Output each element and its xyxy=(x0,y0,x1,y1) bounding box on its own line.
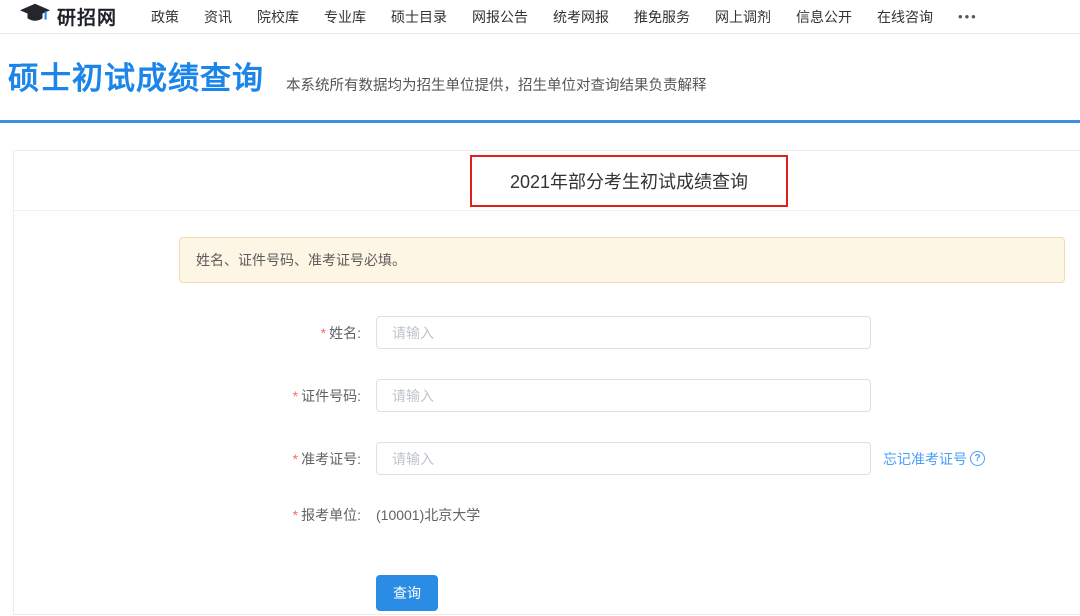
page-header: 硕士初试成绩查询 本系统所有数据均为招生单位提供，招生单位对查询结果负责解释 xyxy=(0,34,1080,100)
top-navigation: 研招网 政策 资讯 院校库 专业库 硕士目录 网报公告 统考网报 推免服务 网上… xyxy=(0,0,1080,34)
nav-item-exemption-service[interactable]: 推免服务 xyxy=(634,7,690,27)
nav-item-masters-catalog[interactable]: 硕士目录 xyxy=(391,7,447,27)
blue-divider xyxy=(0,120,1080,123)
site-logo[interactable]: 研招网 xyxy=(20,2,117,31)
page-title: 硕士初试成绩查询 xyxy=(8,58,264,100)
admission-ticket-input[interactable] xyxy=(376,442,871,475)
graduation-cap-icon xyxy=(20,2,50,31)
admission-ticket-field-row: *准考证号: 忘记准考证号 ? xyxy=(14,442,1080,475)
question-circle-icon: ? xyxy=(970,451,985,466)
id-number-field-row: *证件号码: xyxy=(14,379,1080,412)
nav-item-online-adjustment[interactable]: 网上调剂 xyxy=(715,7,771,27)
required-asterisk: * xyxy=(293,388,298,404)
panel-header: 2021年部分考生初试成绩查询 xyxy=(14,151,1080,211)
required-asterisk: * xyxy=(321,325,326,341)
id-number-input[interactable] xyxy=(376,379,871,412)
nav-item-major-library[interactable]: 专业库 xyxy=(324,7,366,27)
nav-item-policy[interactable]: 政策 xyxy=(151,7,179,27)
nav-item-news[interactable]: 资讯 xyxy=(204,7,232,27)
nav-links: 政策 资讯 院校库 专业库 硕士目录 网报公告 统考网报 推免服务 网上调剂 信… xyxy=(151,7,978,27)
query-form: *姓名: *证件号码: *准考证号: 忘记准考证号 ? *报考单位: (1 xyxy=(14,316,1080,611)
nav-item-college-library[interactable]: 院校库 xyxy=(257,7,299,27)
nav-item-registration-notice[interactable]: 网报公告 xyxy=(472,7,528,27)
admission-ticket-label: *准考证号: xyxy=(14,449,376,469)
required-asterisk: * xyxy=(293,451,298,467)
nav-more-button[interactable]: ••• xyxy=(958,9,978,24)
required-fields-alert: 姓名、证件号码、准考证号必填。 xyxy=(179,237,1065,283)
nav-item-unified-exam-registration[interactable]: 统考网报 xyxy=(553,7,609,27)
nav-item-online-consult[interactable]: 在线咨询 xyxy=(877,7,933,27)
required-asterisk: * xyxy=(293,507,298,523)
target-unit-field-row: *报考单位: (10001)北京大学 xyxy=(14,505,1080,525)
site-logo-text: 研招网 xyxy=(57,3,117,30)
name-label: *姓名: xyxy=(14,323,376,343)
name-field-row: *姓名: xyxy=(14,316,1080,349)
forgot-admission-ticket-link[interactable]: 忘记准考证号 ? xyxy=(883,449,985,469)
id-number-label: *证件号码: xyxy=(14,386,376,406)
submit-row: 查询 xyxy=(14,560,1080,611)
name-input[interactable] xyxy=(376,316,871,349)
red-highlight-box: 2021年部分考生初试成绩查询 xyxy=(470,155,788,207)
page-subtitle: 本系统所有数据均为招生单位提供，招生单位对查询结果负责解释 xyxy=(286,74,707,95)
target-unit-value: (10001)北京大学 xyxy=(376,505,480,525)
query-submit-button[interactable]: 查询 xyxy=(376,575,438,611)
target-unit-label: *报考单位: xyxy=(14,505,376,525)
nav-item-info-disclosure[interactable]: 信息公开 xyxy=(796,7,852,27)
panel-title: 2021年部分考生初试成绩查询 xyxy=(510,168,748,194)
score-query-panel: 2021年部分考生初试成绩查询 姓名、证件号码、准考证号必填。 *姓名: *证件… xyxy=(13,150,1080,615)
